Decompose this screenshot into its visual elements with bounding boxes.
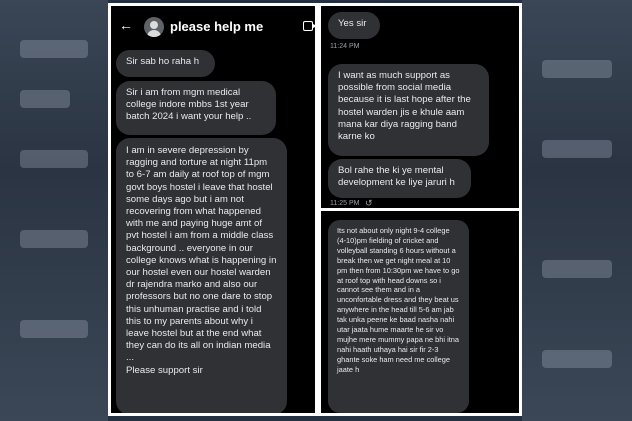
- blurred-background-right: [522, 0, 632, 421]
- message-bubble: Its not about only night 9-4 college (4-…: [328, 220, 469, 413]
- arrow-left-icon[interactable]: ←: [119, 17, 133, 33]
- timestamp: 11:25 PM: [330, 200, 360, 207]
- message-bubble: I want as much support as possible from …: [328, 64, 489, 156]
- chat-screenshot-bottom-right: Its not about only night 9-4 college (4-…: [318, 208, 522, 416]
- chat-screenshot-left: ← please help me Sir sab ho raha h Sir i…: [108, 3, 318, 416]
- avatar[interactable]: [144, 17, 164, 37]
- timestamp: 11:24 PM: [330, 43, 360, 50]
- message-bubble: Bol rahe the ki ye mental development ke…: [328, 159, 471, 198]
- chat-header: ← please help me: [111, 6, 315, 46]
- chat-title: please help me: [170, 19, 264, 34]
- blurred-background-left: [0, 0, 108, 421]
- message-bubble: Sir i am from mgm medical college indore…: [116, 81, 276, 135]
- message-bubble: I am in severe depression by ragging and…: [116, 138, 287, 413]
- reply-bubble: Yes sir: [328, 12, 380, 39]
- message-bubble: Sir sab ho raha h: [116, 50, 215, 77]
- video-call-icon[interactable]: [303, 21, 315, 31]
- chat-screenshot-top-right: Yes sir 11:24 PM I want as much support …: [318, 3, 522, 211]
